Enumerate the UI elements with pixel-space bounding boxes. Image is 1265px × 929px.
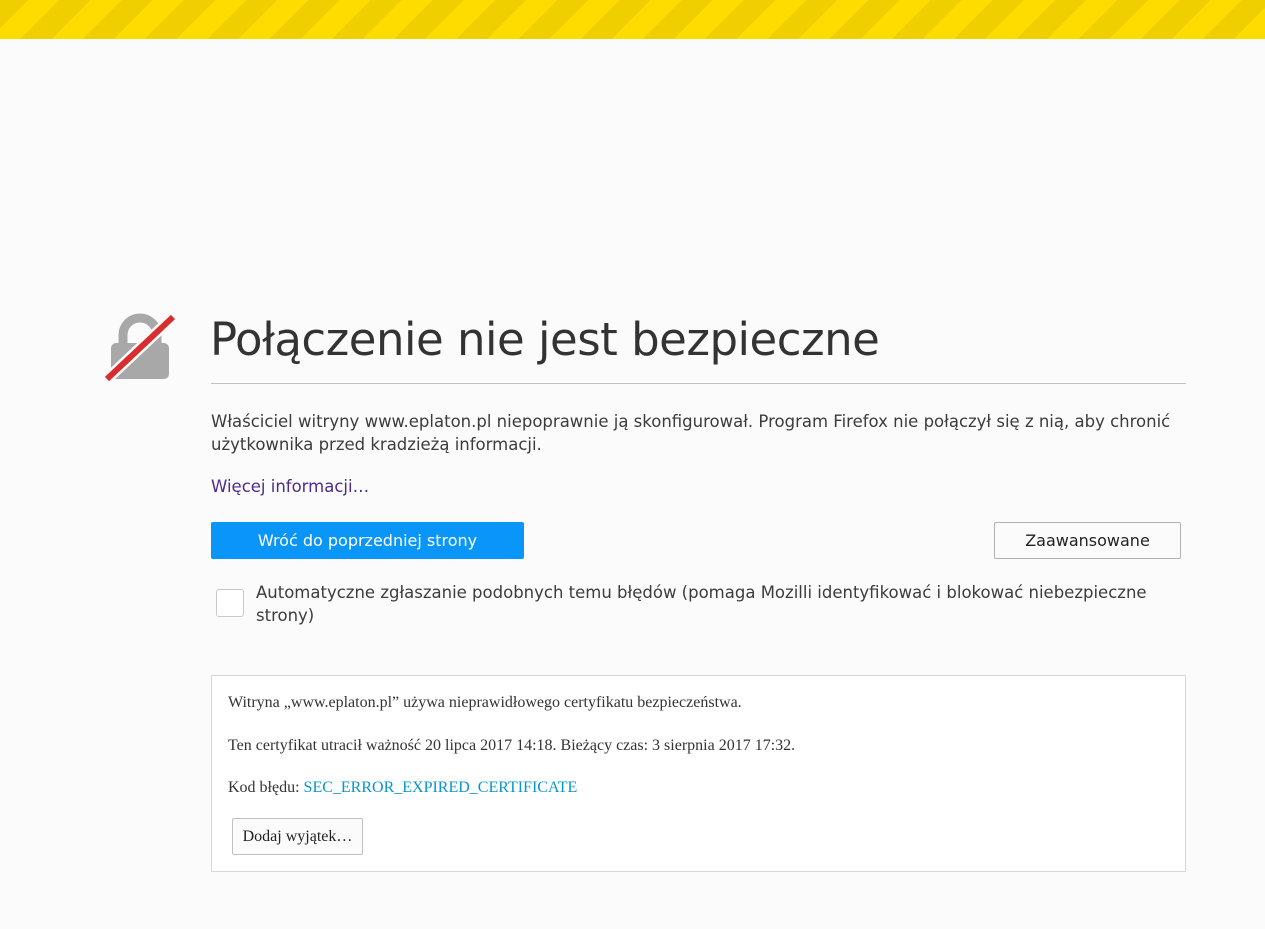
error-description: Właściciel witryny www.eplaton.pl niepop… (211, 412, 1171, 454)
advanced-panel: Witryna „www.eplaton.pl” używa nieprawid… (211, 675, 1186, 872)
broken-lock-icon (103, 313, 177, 383)
more-info-link[interactable]: Więcej informacji… (211, 475, 369, 498)
advanced-button[interactable]: Zaawansowane (994, 522, 1181, 559)
back-button[interactable]: Wróć do poprzedniej strony (211, 522, 524, 559)
error-code-link[interactable]: SEC_ERROR_EXPIRED_CERTIFICATE (304, 779, 578, 796)
page-title: Połączenie nie jest bezpieczne (210, 313, 880, 366)
certificate-warning-text: Witryna „www.eplaton.pl” używa nieprawid… (228, 694, 742, 711)
error-code-label: Kod błędu: (228, 779, 304, 796)
report-checkbox[interactable] (216, 589, 244, 617)
title-divider (211, 383, 1186, 384)
report-checkbox-label: Automatyczne zgłaszanie podobnych temu b… (256, 583, 1147, 625)
add-exception-button[interactable]: Dodaj wyjątek… (232, 818, 363, 855)
warning-stripe (0, 0, 1265, 39)
certificate-expiry-text: Ten certyfikat utracił ważność 20 lipca … (228, 737, 796, 754)
error-code-row: Kod błędu: SEC_ERROR_EXPIRED_CERTIFICATE (228, 779, 577, 797)
